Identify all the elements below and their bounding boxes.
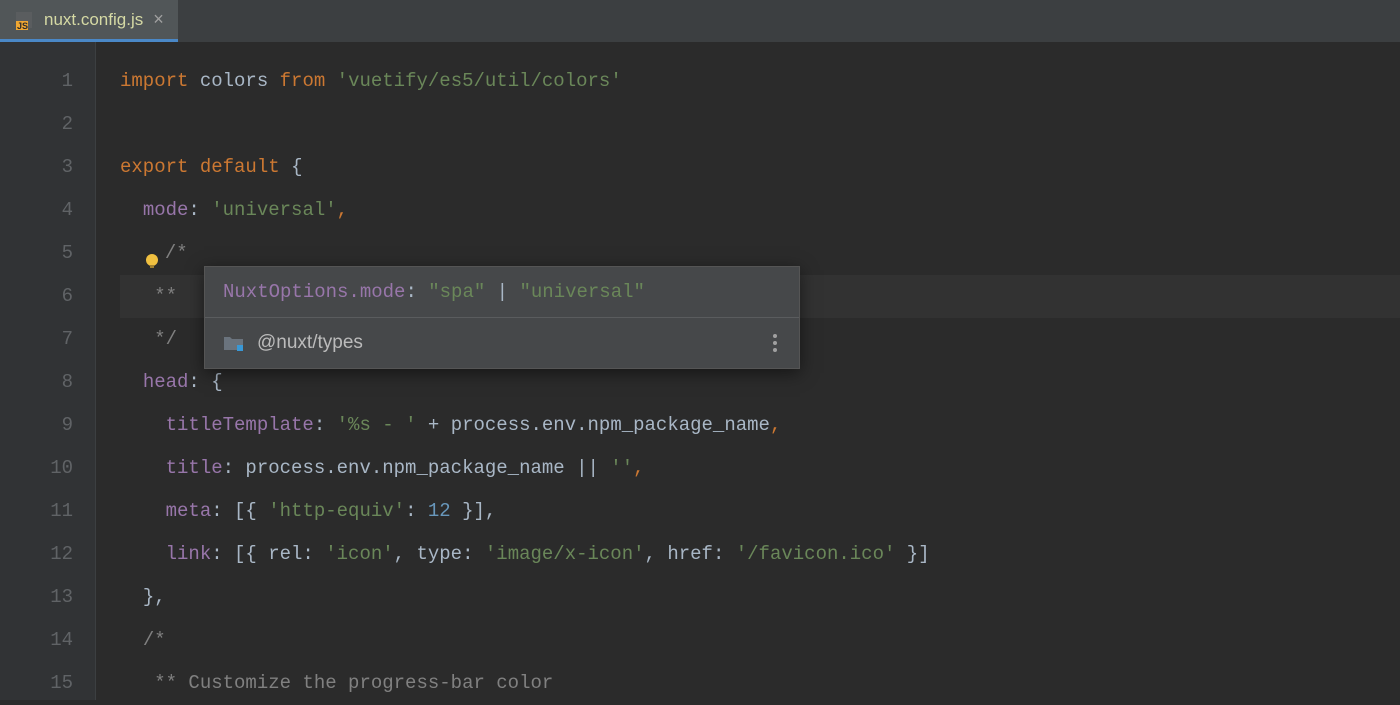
popup-type-signature: NuxtOptions.mode: "spa" | "universal" bbox=[205, 267, 799, 318]
js-file-icon: JS bbox=[14, 10, 34, 30]
intention-bulb-icon[interactable] bbox=[143, 244, 161, 262]
line-number[interactable]: 4 bbox=[0, 189, 95, 232]
tab-filename: nuxt.config.js bbox=[44, 10, 143, 30]
code-line[interactable]: import colors from 'vuetify/es5/util/col… bbox=[120, 60, 1400, 103]
code-line[interactable]: titleTemplate: '%s - ' + process.env.npm… bbox=[120, 404, 1400, 447]
code-line[interactable] bbox=[120, 103, 1400, 146]
type-info-popup: NuxtOptions.mode: "spa" | "universal" @n… bbox=[204, 266, 800, 369]
svg-text:JS: JS bbox=[17, 21, 28, 30]
code-line[interactable]: export default { bbox=[120, 146, 1400, 189]
folder-icon bbox=[223, 334, 245, 352]
tab-bar: JS nuxt.config.js × bbox=[0, 0, 1400, 42]
code-line[interactable]: link: [{ rel: 'icon', type: 'image/x-ico… bbox=[120, 533, 1400, 576]
more-options-icon[interactable] bbox=[769, 330, 781, 356]
popup-source-label: @nuxt/types bbox=[257, 332, 363, 354]
line-number[interactable]: 7 bbox=[0, 318, 95, 361]
code-line[interactable]: ** Customize the progress-bar color bbox=[120, 662, 1400, 705]
line-number[interactable]: 14 bbox=[0, 619, 95, 662]
code-line[interactable]: }, bbox=[120, 576, 1400, 619]
line-number[interactable]: 13 bbox=[0, 576, 95, 619]
line-number[interactable]: 2 bbox=[0, 103, 95, 146]
line-number[interactable]: 10 bbox=[0, 447, 95, 490]
line-number[interactable]: 1 bbox=[0, 60, 95, 103]
code-line[interactable]: meta: [{ 'http-equiv': 12 }], bbox=[120, 490, 1400, 533]
line-number[interactable]: 11 bbox=[0, 490, 95, 533]
code-line[interactable]: /* bbox=[120, 619, 1400, 662]
code-line[interactable]: title: process.env.npm_package_name || '… bbox=[120, 447, 1400, 490]
line-number[interactable]: 5 bbox=[0, 232, 95, 275]
code-area[interactable]: import colors from 'vuetify/es5/util/col… bbox=[96, 42, 1400, 700]
line-number[interactable]: 6 bbox=[0, 275, 95, 318]
line-number[interactable]: 15 bbox=[0, 662, 95, 705]
line-number[interactable]: 8 bbox=[0, 361, 95, 404]
line-number[interactable]: 9 bbox=[0, 404, 95, 447]
gutter: 1 2 3 4 5 6 7 8 9 10 11 12 13 14 15 bbox=[0, 42, 96, 700]
tab-active[interactable]: JS nuxt.config.js × bbox=[0, 0, 178, 42]
line-number[interactable]: 3 bbox=[0, 146, 95, 189]
popup-source-row: @nuxt/types bbox=[205, 318, 799, 368]
close-icon[interactable]: × bbox=[153, 9, 164, 30]
code-line[interactable]: mode: 'universal', bbox=[120, 189, 1400, 232]
line-number[interactable]: 12 bbox=[0, 533, 95, 576]
editor: 1 2 3 4 5 6 7 8 9 10 11 12 13 14 15 − − … bbox=[0, 42, 1400, 700]
